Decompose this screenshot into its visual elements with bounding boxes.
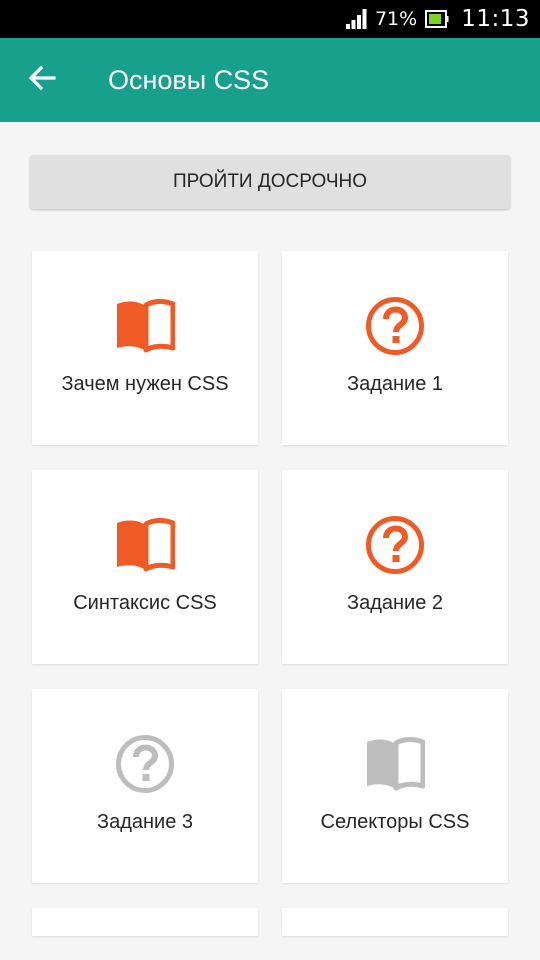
- book-icon: [365, 734, 425, 794]
- arrow-left-icon: [28, 64, 56, 97]
- book-icon: [115, 296, 175, 356]
- lesson-card-partial[interactable]: [32, 908, 258, 936]
- lesson-card-partial[interactable]: [282, 908, 508, 936]
- book-icon: [115, 515, 175, 575]
- signal-icon: [345, 8, 367, 30]
- lesson-card-task-1[interactable]: Задание 1: [282, 251, 508, 445]
- battery-icon: [425, 10, 449, 28]
- lesson-card-css-selectors[interactable]: Селекторы CSS: [282, 689, 508, 883]
- lesson-label: Зачем нужен CSS: [61, 373, 229, 395]
- lesson-label: Синтаксис CSS: [73, 592, 217, 614]
- app-bar: Основы CSS: [0, 38, 540, 122]
- status-indicators: 71% 11:13: [345, 0, 530, 38]
- lesson-card-task-2[interactable]: Задание 2: [282, 470, 508, 664]
- back-button[interactable]: [14, 52, 70, 108]
- lesson-card-task-3[interactable]: Задание 3: [32, 689, 258, 883]
- lesson-label: Селекторы CSS: [320, 811, 470, 833]
- page-title: Основы CSS: [108, 65, 270, 95]
- lesson-label: Задание 3: [96, 811, 193, 833]
- lesson-label: Задание 1: [346, 373, 443, 395]
- lesson-card-css-syntax[interactable]: Синтаксис CSS: [32, 470, 258, 664]
- battery-percent: 71%: [374, 8, 418, 30]
- question-icon: [115, 734, 175, 794]
- question-icon: [365, 296, 425, 356]
- lesson-label: Задание 2: [346, 592, 443, 614]
- lesson-card-why-css[interactable]: Зачем нужен CSS: [32, 251, 258, 445]
- clock: 11:13: [461, 6, 530, 32]
- question-icon: [365, 515, 425, 575]
- status-bar: 71% 11:13: [0, 0, 540, 38]
- skip-ahead-button[interactable]: ПРОЙТИ ДОСРОЧНО: [30, 155, 510, 209]
